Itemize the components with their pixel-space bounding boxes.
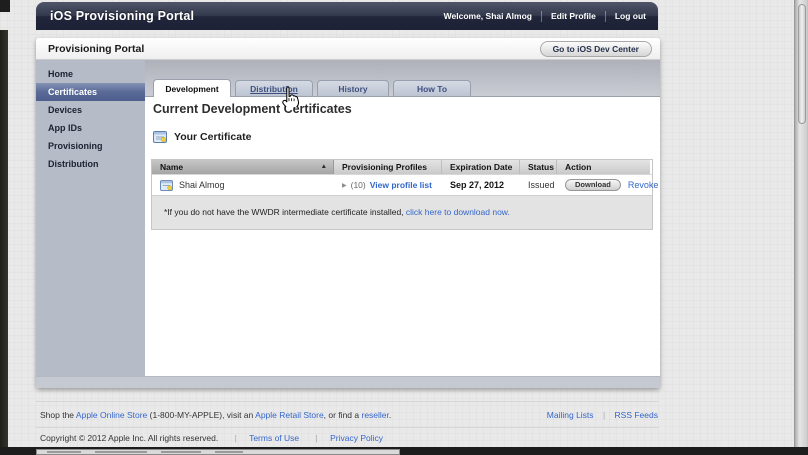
column-header-status[interactable]: Status (520, 160, 557, 174)
go-to-dev-center-button[interactable]: Go to iOS Dev Center (539, 41, 652, 57)
edit-profile-link[interactable]: Edit Profile (551, 11, 596, 21)
certificate-icon (160, 179, 173, 191)
download-button[interactable]: Download (565, 179, 621, 191)
sidebar-item-provisioning[interactable]: Provisioning (36, 137, 145, 155)
browser-scrollbar[interactable] (794, 0, 808, 455)
background-window-toolbar (36, 449, 400, 455)
background-mark (47, 451, 81, 453)
footer-divider (36, 427, 658, 428)
portal-header-bar: Provisioning Portal Go to iOS Dev Center (36, 38, 660, 60)
sort-ascending-icon[interactable]: ▲ (321, 160, 327, 174)
page-title: iOS Provisioning Portal (50, 9, 195, 23)
tab-bar: Development Distribution History How To (145, 60, 660, 97)
privacy-policy-link[interactable]: Privacy Policy (330, 433, 383, 443)
background-window-corner (0, 0, 10, 12)
wwdr-download-link[interactable]: click here to download now. (406, 207, 510, 217)
status-value: Issued (528, 180, 555, 190)
view-profile-list-link[interactable]: View profile list (370, 180, 432, 190)
footer-divider (36, 401, 658, 402)
divider: | (234, 433, 237, 443)
background-mark (95, 451, 147, 453)
background-mark (215, 451, 243, 453)
revoke-link[interactable]: Revoke (628, 180, 659, 190)
footer-shop-line: Shop the Apple Online Store (1-800-MY-AP… (40, 410, 391, 420)
background-window-left-edge (0, 30, 8, 448)
divider (540, 10, 542, 22)
content-box-bottom-band (36, 376, 660, 388)
main-panel: Development Distribution History How To … (145, 60, 660, 376)
reseller-link[interactable]: reseller (361, 410, 388, 420)
column-header-provisioning-profiles[interactable]: Provisioning Profiles (334, 160, 442, 174)
sidebar-navigation: Home Certificates Devices App IDs Provis… (36, 60, 145, 376)
apple-retail-store-link[interactable]: Apple Retail Store (255, 410, 324, 420)
expand-row-icon[interactable]: ▶ (342, 182, 347, 189)
certificates-table: Name ▲ Provisioning Profiles Expiration … (151, 159, 658, 230)
footer-text: , or find a (323, 410, 362, 420)
tab-history[interactable]: History (317, 80, 389, 96)
apple-online-store-link[interactable]: Apple Online Store (76, 410, 147, 420)
wwdr-note: *If you do not have the WWDR intermediat… (152, 195, 652, 229)
tab-development[interactable]: Development (153, 79, 231, 97)
column-header-name[interactable]: Name ▲ (152, 160, 334, 174)
sidebar-item-certificates[interactable]: Certificates (36, 83, 145, 101)
table-row: Shai Almog ▶ (10) View profile list Sep … (152, 174, 658, 195)
portal-content-box: Provisioning Portal Go to iOS Dev Center… (36, 38, 660, 388)
footer-text: Shop the (40, 410, 76, 420)
scrollbar-thumb[interactable] (798, 4, 806, 124)
footer-text: . (388, 410, 392, 420)
tab-how-to[interactable]: How To (393, 80, 471, 96)
rss-feeds-link[interactable]: RSS Feeds (615, 410, 658, 420)
tab-distribution[interactable]: Distribution (235, 80, 313, 96)
sidebar-item-distribution[interactable]: Distribution (36, 155, 145, 173)
sidebar-item-app-ids[interactable]: App IDs (36, 119, 145, 137)
copyright-text: Copyright © 2012 Apple Inc. All rights r… (40, 433, 219, 443)
background-mark (161, 451, 201, 453)
sidebar-item-devices[interactable]: Devices (36, 101, 145, 119)
profiles-count: (10) (350, 180, 366, 190)
footer-text: (1-800-MY-APPLE), visit an (147, 410, 256, 420)
expiration-date: Sep 27, 2012 (450, 180, 505, 190)
log-out-link[interactable]: Log out (615, 11, 646, 21)
welcome-text: Welcome, Shai Almog (443, 11, 532, 21)
column-header-action: Action (557, 160, 650, 174)
divider: | (602, 410, 606, 420)
certificate-owner-name: Shai Almog (179, 180, 225, 190)
desktop-background: iOS Provisioning Portal Welcome, Shai Al… (0, 0, 808, 455)
certificate-icon (153, 131, 167, 143)
footer-copyright-line: Copyright © 2012 Apple Inc. All rights r… (40, 433, 383, 443)
column-header-expiration-date[interactable]: Expiration Date (442, 160, 520, 174)
divider: | (315, 433, 318, 443)
divider (604, 10, 606, 22)
mailing-lists-link[interactable]: Mailing Lists (547, 410, 594, 420)
terms-of-use-link[interactable]: Terms of Use (249, 433, 299, 443)
sidebar-item-home[interactable]: Home (36, 65, 145, 83)
footer-right-links: Mailing Lists | RSS Feeds (460, 410, 658, 420)
section-heading: Current Development Certificates (153, 102, 352, 116)
top-navigation-bar: iOS Provisioning Portal Welcome, Shai Al… (36, 2, 658, 30)
wwdr-note-text: *If you do not have the WWDR intermediat… (164, 207, 406, 217)
your-certificate-title: Your Certificate (174, 131, 252, 143)
table-header-row: Name ▲ Provisioning Profiles Expiration … (152, 160, 652, 174)
